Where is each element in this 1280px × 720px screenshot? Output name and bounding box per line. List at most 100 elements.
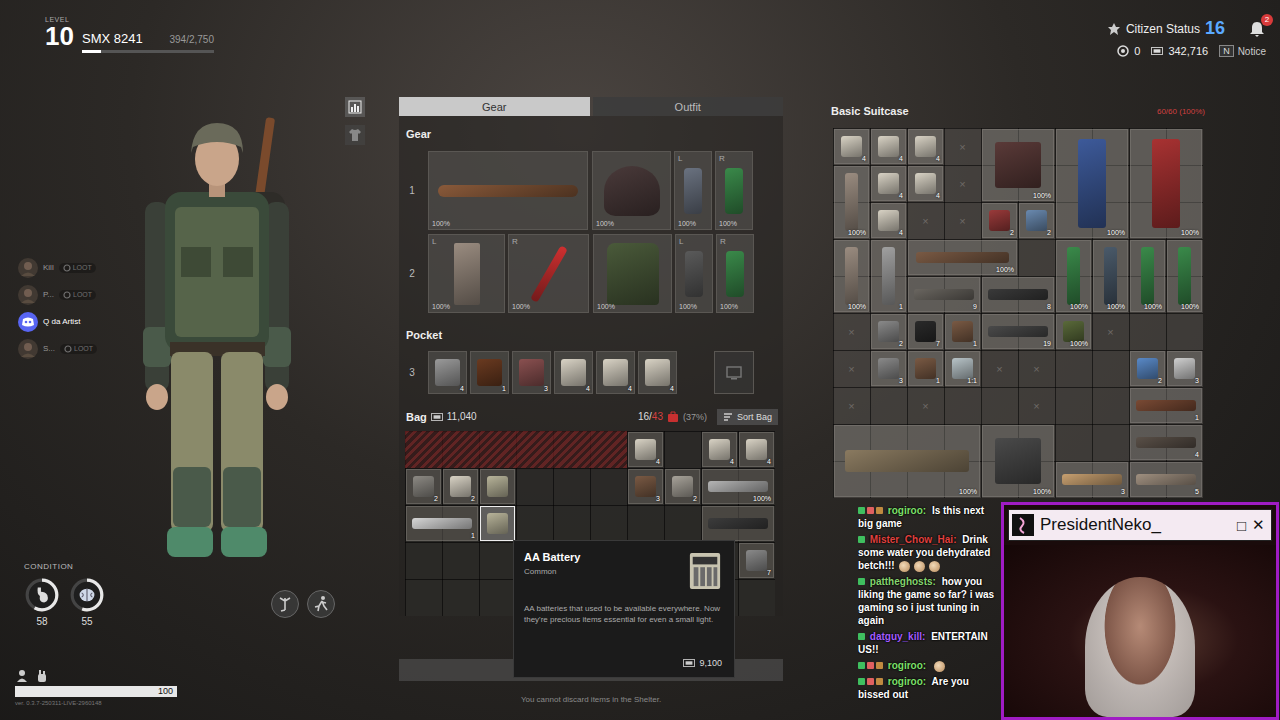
item-icon	[477, 359, 501, 386]
suitcase-item[interactable]: 3	[1167, 351, 1202, 386]
suitcase-item[interactable]: 1	[945, 314, 980, 349]
gear-slot[interactable]: L 100%	[675, 234, 713, 313]
bag-item[interactable]: 2	[665, 469, 700, 504]
suitcase-item[interactable]: 4	[871, 203, 906, 238]
suitcase-item[interactable]: 2	[982, 203, 1017, 238]
suitcase-item[interactable]: 100%	[1056, 129, 1128, 238]
suitcase-item[interactable]: 100%	[982, 129, 1054, 201]
gear-slot[interactable]: 100%	[592, 151, 671, 230]
pocket-slot[interactable]: 4	[428, 351, 467, 394]
item-icon	[1136, 474, 1196, 485]
suitcase-item[interactable]: 100%	[982, 425, 1054, 497]
party-member[interactable]: Q da Artist	[18, 311, 115, 332]
tab[interactable]: Outfit	[593, 97, 784, 116]
sort-bag-button[interactable]: Sort Bag	[717, 409, 778, 425]
cash-icon	[431, 411, 443, 423]
suitcase-item[interactable]: 1	[1130, 388, 1202, 423]
bag-capacity: 16/43	[638, 411, 663, 422]
window-button[interactable]: ✕	[1252, 516, 1265, 534]
suitcase-item[interactable]: 2	[871, 314, 906, 349]
party-member[interactable]: S... LOOT	[18, 338, 115, 359]
bag-item[interactable]	[480, 469, 515, 504]
suitcase-item[interactable]: 2	[1130, 351, 1165, 386]
item-count: 4	[899, 229, 903, 236]
gear-slot[interactable]: L 100%	[674, 151, 712, 230]
pose-button[interactable]	[307, 590, 335, 618]
party-member[interactable]: Kill LOOT	[18, 257, 115, 278]
bag-item[interactable]: 4	[739, 432, 774, 467]
webcam-feed	[1004, 545, 1276, 717]
pocket-slot[interactable]: 4	[596, 351, 635, 394]
suitcase-item[interactable]: 3	[871, 351, 906, 386]
bag-item[interactable]: 100%	[702, 469, 774, 504]
suitcase-item[interactable]: 100%	[1130, 129, 1202, 238]
bag-item[interactable]	[480, 506, 515, 541]
suitcase-item[interactable]: 7	[908, 314, 943, 349]
pocket-slot[interactable]: 3	[512, 351, 551, 394]
item-icon	[995, 438, 1041, 484]
suitcase-item[interactable]: 100%	[834, 240, 869, 312]
bag-item[interactable]: 1	[406, 506, 478, 541]
suitcase-item[interactable]: 3	[1056, 462, 1128, 497]
suitcase-item[interactable]: 8	[982, 277, 1054, 312]
bag-item[interactable]: 3	[628, 469, 663, 504]
gear-slot[interactable]: 100%	[428, 151, 588, 230]
suitcase-item[interactable]: 4	[871, 166, 906, 201]
item-count: 2	[471, 495, 475, 502]
gear-slot[interactable]: R 100%	[716, 234, 754, 313]
suitcase-item[interactable]: 19	[982, 314, 1054, 349]
suitcase-item[interactable]: 4	[908, 129, 943, 164]
pocket-slot[interactable]: 4	[638, 351, 677, 394]
brain-gauge-icon	[69, 577, 105, 613]
gear-slot[interactable]: 100%	[593, 234, 672, 313]
emote-button[interactable]	[271, 590, 299, 618]
row-index: 2	[399, 234, 425, 313]
bag-item[interactable]: 2	[443, 469, 478, 504]
pocket-slot[interactable]: 4	[554, 351, 593, 394]
gear-slot[interactable]: L 100%	[428, 234, 505, 313]
item-icon	[1174, 358, 1196, 380]
side-tab[interactable]	[345, 125, 365, 145]
suitcase-item[interactable]: 4	[871, 129, 906, 164]
suitcase-item[interactable]: 100%	[1130, 240, 1165, 312]
suitcase-item[interactable]: 1	[908, 351, 943, 386]
tab[interactable]: Gear	[399, 97, 590, 116]
suitcase-item[interactable]: 100%	[834, 425, 980, 497]
suitcase-item[interactable]: 4	[908, 166, 943, 201]
party-member[interactable]: P... LOOT	[18, 284, 115, 305]
bag-item[interactable]: 7	[739, 543, 774, 578]
item-count: 1:1	[967, 377, 977, 384]
gear-slot[interactable]: R 100%	[715, 151, 753, 230]
suitcase-item[interactable]: 2	[1019, 203, 1054, 238]
bag-item[interactable]: 4	[702, 432, 737, 467]
device-slot[interactable]	[714, 351, 754, 394]
tooltip-price: 9,100	[699, 658, 722, 668]
suitcase-item[interactable]: 100%	[1056, 314, 1091, 349]
bag-item[interactable]: 2	[406, 469, 441, 504]
cash-amount: 342,716	[1168, 45, 1208, 57]
suitcase-item[interactable]: 1	[871, 240, 906, 312]
item-icon	[878, 136, 900, 158]
pocket-slot[interactable]: 1	[470, 351, 509, 394]
item-count: 100%	[848, 229, 866, 236]
item-condition: 100%	[678, 220, 696, 227]
bag-item[interactable]	[702, 506, 774, 541]
suitcase-item[interactable]: 100%	[1167, 240, 1202, 312]
item-icon	[645, 359, 669, 386]
side-tab[interactable]	[345, 97, 365, 117]
cash-icon	[683, 657, 695, 669]
suitcase-item[interactable]: 100%	[1093, 240, 1128, 312]
suitcase-item[interactable]: 4	[1130, 425, 1202, 460]
bag-item[interactable]: 4	[628, 432, 663, 467]
suitcase-item[interactable]: 100%	[908, 240, 1017, 275]
suitcase-item[interactable]: 4	[834, 129, 869, 164]
suitcase-item[interactable]: 1:1	[945, 351, 980, 386]
suitcase-item[interactable]: 100%	[1056, 240, 1091, 312]
window-button[interactable]: □	[1237, 517, 1246, 534]
notice-button[interactable]: N Notice	[1219, 45, 1266, 57]
notifications-button[interactable]: 2	[1248, 20, 1266, 38]
suitcase-item[interactable]: 5	[1130, 462, 1202, 497]
gear-slot[interactable]: R 100%	[508, 234, 589, 313]
suitcase-item[interactable]: 100%	[834, 166, 869, 238]
suitcase-item[interactable]: 9	[908, 277, 980, 312]
